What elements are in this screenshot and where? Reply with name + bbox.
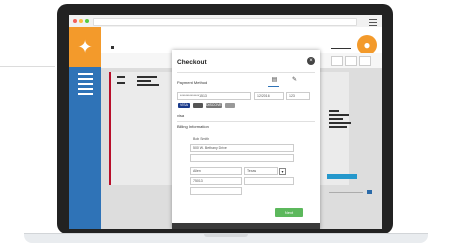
zip-field[interactable]: 75013 [190, 177, 242, 185]
amex-logo [225, 103, 235, 108]
maximize-dot-icon[interactable] [85, 19, 89, 23]
modal-title: Checkout [177, 59, 207, 66]
close-icon[interactable]: × [307, 57, 315, 65]
minimize-dot-icon[interactable] [79, 19, 83, 23]
card-number-field[interactable]: **************1513 [177, 92, 251, 100]
selected-method-indicator [268, 86, 279, 87]
modal-footer [172, 223, 320, 229]
toolbar-button[interactable] [359, 56, 371, 66]
toolbar-button[interactable] [331, 56, 343, 66]
checkout-modal: Checkout × Payment Method ▤ ✎ **********… [172, 50, 320, 229]
url-bar[interactable] [93, 18, 357, 26]
decorative-line [0, 66, 55, 67]
payment-method-label: Payment Method [177, 80, 208, 85]
credit-card-icon[interactable]: ▤ [270, 77, 279, 84]
mastercard-logo [193, 103, 203, 108]
name-field[interactable]: Bob Smith [190, 135, 294, 143]
divider [177, 121, 315, 122]
expiry-field[interactable]: 12/2016 [254, 92, 284, 100]
visa-logo: VISA [178, 103, 190, 108]
close-dot-icon[interactable] [73, 19, 77, 23]
laptop-base [24, 233, 428, 243]
billing-information-label: Billing Information [177, 124, 209, 129]
eagle-logo-icon[interactable]: ✦ [69, 27, 101, 67]
chevron-down-icon[interactable]: ▾ [279, 168, 286, 175]
phone-field[interactable] [244, 177, 294, 185]
city-field[interactable]: Allen [190, 167, 242, 175]
address-line1-field[interactable]: 500 W. Bethany Drive [190, 144, 294, 152]
user-name-placeholder [331, 48, 351, 49]
browser-menu-icon[interactable] [369, 19, 377, 26]
address-line2-field[interactable] [190, 154, 294, 162]
cvv-field[interactable]: 123 [286, 92, 310, 100]
toolbar-button[interactable] [345, 56, 357, 66]
laptop-screen: ✦ ● Checkout × Payment Method ▤ ✎ ******… [69, 15, 382, 229]
discover-logo: DISCOVER [206, 103, 225, 108]
state-select[interactable]: Texas [244, 167, 278, 175]
laptop-notch [204, 234, 248, 237]
email-field[interactable] [190, 187, 242, 195]
user-avatar-icon[interactable]: ● [357, 35, 377, 55]
card-type-text: visa [177, 113, 185, 118]
header-marker [111, 46, 114, 49]
hamburger-menu-icon[interactable] [78, 73, 93, 98]
next-button[interactable]: Next [275, 208, 303, 217]
sidebar [69, 67, 101, 229]
divider [177, 72, 315, 73]
check-payment-icon[interactable]: ✎ [290, 77, 299, 84]
